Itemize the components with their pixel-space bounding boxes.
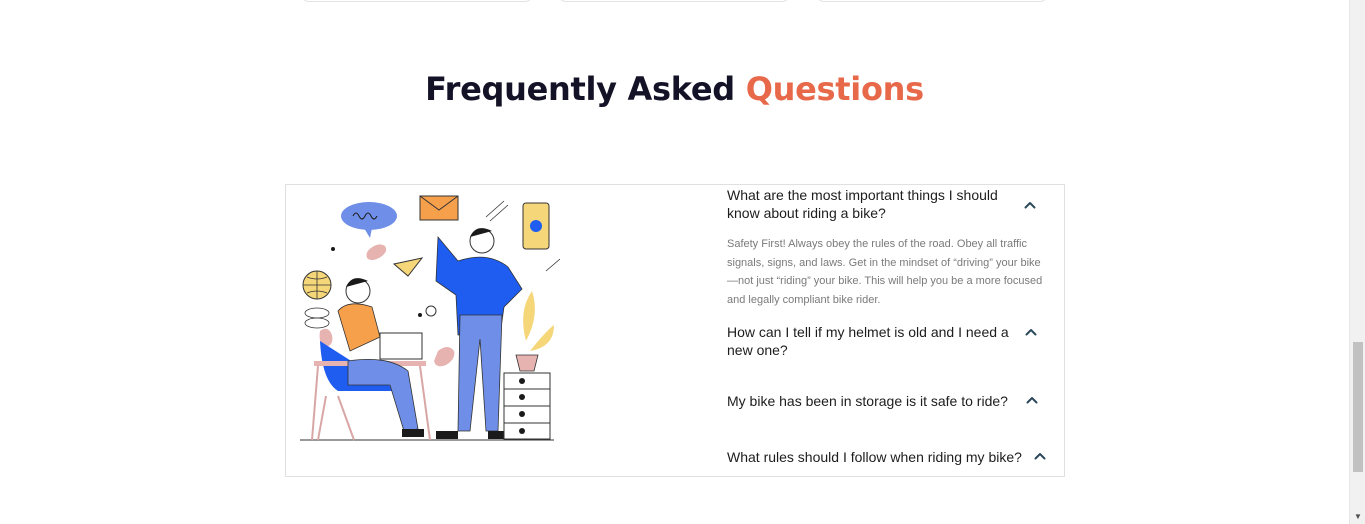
feature-card bbox=[816, 0, 1048, 2]
chevron-up-icon bbox=[1024, 325, 1038, 339]
faq-answer: Safety First! Always obey the rules of t… bbox=[727, 238, 1043, 306]
faq-question: What are the most important things I sho… bbox=[727, 187, 998, 221]
faq-list: What are the most important things I sho… bbox=[727, 185, 1057, 466]
scrollbar-thumb[interactable] bbox=[1353, 342, 1363, 472]
chevron-up-icon bbox=[1023, 198, 1037, 212]
faq-question-toggle[interactable]: What rules should I follow when riding m… bbox=[727, 448, 1057, 466]
faq-question: My bike has been in storage is it safe t… bbox=[727, 393, 1008, 409]
faq-item: What rules should I follow when riding m… bbox=[727, 448, 1057, 466]
faq-heading-accent: Questions bbox=[745, 70, 924, 108]
page: Frequently Asked Questions What are the … bbox=[0, 0, 1365, 524]
feature-card bbox=[301, 0, 533, 2]
faq-question-toggle[interactable]: My bike has been in storage is it safe t… bbox=[727, 392, 1057, 410]
feature-card bbox=[558, 0, 790, 2]
faq-question: What rules should I follow when riding m… bbox=[727, 449, 1022, 465]
faq-question: How can I tell if my helmet is old and I… bbox=[727, 324, 1009, 358]
chevron-up-icon bbox=[1033, 449, 1047, 463]
faq-item: How can I tell if my helmet is old and I… bbox=[727, 323, 1057, 359]
faq-panel: What are the most important things I sho… bbox=[285, 184, 1065, 477]
faq-heading: Frequently Asked Questions bbox=[0, 70, 1349, 108]
faq-question-toggle[interactable]: What are the most important things I sho… bbox=[727, 186, 1057, 222]
page-scrollbar[interactable]: ▼ bbox=[1349, 0, 1365, 524]
arrow-down-icon[interactable]: ▼ bbox=[1350, 508, 1365, 524]
faq-question-toggle[interactable]: How can I tell if my helmet is old and I… bbox=[727, 323, 1057, 359]
faq-item: My bike has been in storage is it safe t… bbox=[727, 392, 1057, 410]
faq-item: What are the most important things I sho… bbox=[727, 186, 1057, 309]
chevron-up-icon bbox=[1025, 393, 1039, 407]
faq-heading-main: Frequently Asked bbox=[425, 70, 735, 108]
faq-illustration bbox=[300, 195, 560, 441]
